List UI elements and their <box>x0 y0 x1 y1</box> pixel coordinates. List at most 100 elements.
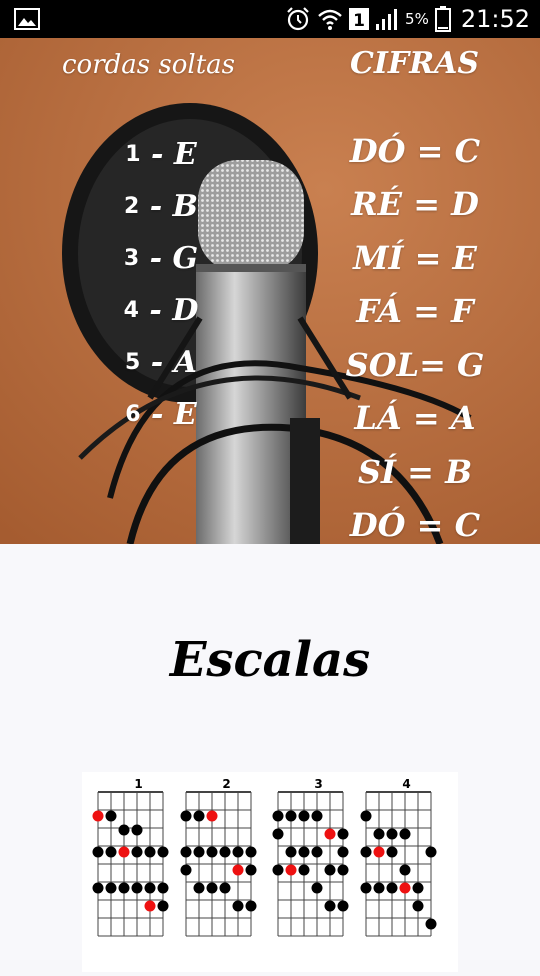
scale-note-dot <box>180 846 192 858</box>
string-separator: - <box>139 240 173 276</box>
string-note: E <box>173 396 197 432</box>
scale-note-dot <box>245 900 257 912</box>
cipher-row: DÓ = C <box>349 506 481 544</box>
scale-note-dot <box>337 864 349 876</box>
root-note-dot <box>324 828 336 840</box>
scale-note-dot <box>412 882 424 894</box>
root-note-dot <box>118 846 130 858</box>
scale-note-dot <box>219 846 231 858</box>
string-note: D <box>172 292 199 328</box>
string-number: 3 <box>123 245 140 271</box>
root-note-dot <box>232 864 244 876</box>
cipher-row: SÍ = B <box>357 452 473 491</box>
scale-diagrams: 1 2 3 4 <box>92 777 437 937</box>
scale-note-dot <box>232 846 244 858</box>
scale-note-dot <box>311 846 323 858</box>
root-note-dot <box>399 882 411 894</box>
scale-note-dot <box>157 882 169 894</box>
root-note-dot <box>206 810 218 822</box>
scale-label: 4 <box>402 777 410 791</box>
scale-note-dot <box>157 900 169 912</box>
string-number: 2 <box>123 193 140 219</box>
scale-note-dot <box>311 882 323 894</box>
cipher-row: SOL= G <box>345 345 485 384</box>
scale-note-dot <box>118 824 130 836</box>
scale-note-dot <box>180 864 192 876</box>
scale-note-dot <box>272 810 284 822</box>
string-separator: - <box>140 344 174 380</box>
cipher-row: DÓ = C <box>349 131 481 170</box>
string-note: E <box>173 136 197 172</box>
scale-note-dot <box>193 846 205 858</box>
string-number: 6 <box>125 401 141 427</box>
ciphers-list: DÓ = C RÉ = D MÍ = E FÁ = F SOL= G LÁ = … <box>340 124 490 544</box>
scale-note-dot <box>206 846 218 858</box>
sim-icon: 1 <box>349 8 370 31</box>
scale-note-dot <box>131 846 143 858</box>
scale-note-dot <box>360 810 372 822</box>
scale-note-dot <box>425 846 437 858</box>
scale-note-dot <box>245 846 257 858</box>
scale-note-dot <box>193 810 205 822</box>
string-note: B <box>172 188 198 224</box>
scale-note-dot <box>337 846 349 858</box>
scale-note-dot <box>311 810 323 822</box>
scale-note-dot <box>285 846 297 858</box>
scale-note-dot <box>425 918 437 930</box>
cipher-row: LÁ = A <box>354 399 476 438</box>
string-number: 5 <box>125 349 141 375</box>
sim-badge: 1 <box>353 11 365 31</box>
scale-note-dot <box>193 882 205 894</box>
hero-banner: cordas soltas CIFRAS 1 - E 2 - B 3 - G 4… <box>0 38 540 544</box>
scale-note-dot <box>337 900 349 912</box>
string-separator: - <box>138 292 173 328</box>
string-row: 1 - E <box>96 128 226 180</box>
scale-note-dot <box>285 810 297 822</box>
scale-note-dot <box>386 846 398 858</box>
scales-image[interactable]: 1 2 3 4 <box>82 772 458 972</box>
scale-note-dot <box>399 864 411 876</box>
scale-note-dot <box>105 846 117 858</box>
scale-note-dot <box>180 810 192 822</box>
string-row: 2 - B <box>96 180 226 232</box>
scale-note-dot <box>298 846 310 858</box>
scale-note-dot <box>373 882 385 894</box>
clock: 21:52 <box>460 5 530 33</box>
scale-note-dot <box>131 824 143 836</box>
scale-note-dot <box>105 882 117 894</box>
scale-note-dot <box>118 882 130 894</box>
string-separator: - <box>140 136 174 172</box>
scale-note-dot <box>245 864 257 876</box>
scale-note-dot <box>131 882 143 894</box>
scale-note-dot <box>298 810 310 822</box>
scale-note-dot <box>412 900 424 912</box>
scale-note-dot <box>144 882 156 894</box>
cipher-row: MÍ = E <box>353 238 477 277</box>
signal-icon <box>376 9 398 30</box>
gallery-icon <box>14 8 40 30</box>
root-note-dot <box>92 810 104 822</box>
scale-label: 1 <box>134 777 142 791</box>
root-note-dot <box>373 846 385 858</box>
open-strings-header: cordas soltas <box>62 50 235 80</box>
alarm-icon <box>287 7 309 31</box>
scale-note-dot <box>360 846 372 858</box>
scale-note-dot <box>206 882 218 894</box>
scale-note-dot <box>105 810 117 822</box>
string-note: G <box>172 240 199 276</box>
scale-note-dot <box>219 882 231 894</box>
scale-note-dot <box>92 882 104 894</box>
scale-note-dot <box>298 864 310 876</box>
scale-note-dot <box>144 846 156 858</box>
scale-note-dot <box>272 864 284 876</box>
section-title: Escalas <box>169 632 371 688</box>
scale-note-dot <box>324 864 336 876</box>
scale-label: 3 <box>314 777 322 791</box>
scale-note-dot <box>373 828 385 840</box>
scale-note-dot <box>92 846 104 858</box>
scale-note-dot <box>386 828 398 840</box>
string-row: 4 - D <box>96 284 226 336</box>
scale-label: 2 <box>222 777 230 791</box>
wifi-icon <box>318 9 342 30</box>
scale-note-dot <box>157 846 169 858</box>
